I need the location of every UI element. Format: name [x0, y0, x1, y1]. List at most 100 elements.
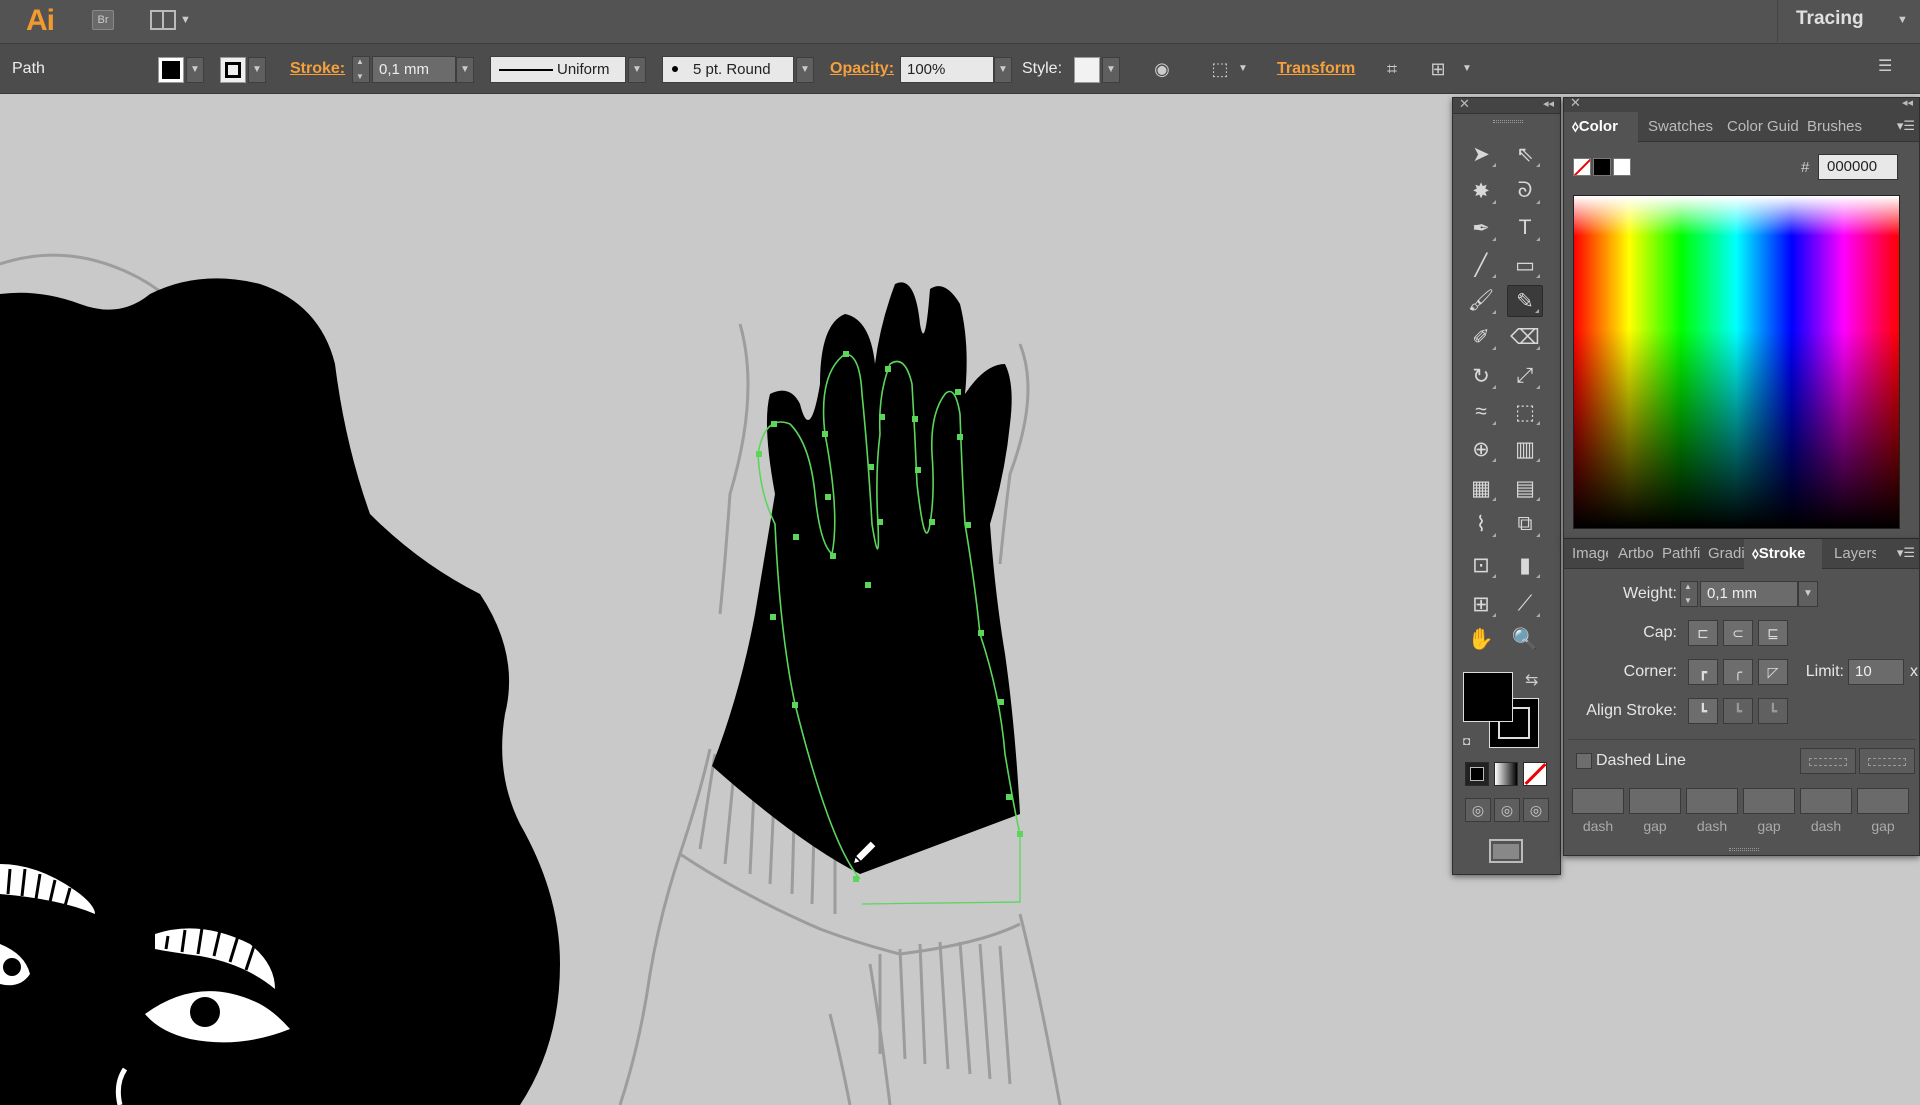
brush-dropdown-button[interactable]: ▼	[796, 57, 814, 83]
variable-width-profile-select[interactable]: Uniform	[490, 56, 626, 83]
recolor-artwork-icon[interactable]: ◉	[1148, 56, 1176, 82]
panel-grip[interactable]	[1493, 120, 1523, 123]
tab-swatches[interactable]: Swatches	[1640, 112, 1719, 142]
scale-tool-icon[interactable]: ⤢	[1507, 360, 1543, 392]
gap-3-field[interactable]	[1857, 788, 1909, 814]
paintbrush-tool-icon[interactable]: 🖌	[1463, 285, 1499, 317]
stroke-dropdown-button[interactable]: ▼	[248, 57, 266, 83]
blend-tool-icon[interactable]: ⧉	[1507, 508, 1543, 540]
transform-panel-link[interactable]: Transform	[1277, 44, 1355, 94]
round-join-icon[interactable]: ╭	[1723, 659, 1753, 685]
tab-pathfinder[interactable]: Pathfinder	[1654, 539, 1700, 569]
tab-stroke[interactable]: ⬨Stroke	[1744, 539, 1822, 569]
draw-inside-icon[interactable]: ◎	[1523, 798, 1549, 822]
close-icon[interactable]: ✕	[1570, 95, 1581, 111]
swap-fill-stroke-icon[interactable]: ⇆	[1525, 670, 1538, 690]
collapse-icon[interactable]: ◂◂	[1543, 97, 1554, 110]
chevron-down-icon[interactable]: ▼	[1897, 14, 1908, 26]
tab-brushes[interactable]: Brushes	[1799, 112, 1879, 142]
round-cap-icon[interactable]: ⊂	[1723, 620, 1753, 646]
stroke-weight-stepper[interactable]	[352, 56, 370, 83]
brush-definition-select[interactable]: 5 pt. Round	[662, 56, 794, 83]
mesh-tool-icon[interactable]: ▦	[1463, 472, 1499, 504]
profile-dropdown-button[interactable]: ▼	[628, 57, 646, 83]
style-dropdown-button[interactable]: ▼	[1102, 57, 1120, 83]
pencil-tool-icon[interactable]: ✎	[1507, 285, 1543, 317]
hex-color-input[interactable]: 000000	[1818, 154, 1898, 180]
perspective-grid-tool-icon[interactable]: ▥	[1507, 433, 1543, 465]
dashed-line-checkbox[interactable]	[1576, 753, 1592, 769]
color-spectrum[interactable]	[1573, 195, 1900, 529]
tab-image-trace[interactable]: Image Trace	[1564, 539, 1608, 569]
zoom-tool-icon[interactable]: 🔍	[1507, 624, 1543, 656]
weight-stepper[interactable]	[1680, 581, 1698, 607]
weight-field[interactable]: 0,1 mm	[1700, 581, 1798, 607]
align-dropdown-button[interactable]: ▼	[1234, 57, 1252, 83]
preserve-dash-icon[interactable]	[1800, 748, 1856, 774]
bridge-button[interactable]: Br	[92, 10, 114, 30]
panel-menu-icon[interactable]: ▾☰	[1897, 545, 1915, 561]
gradient-mode-button[interactable]	[1494, 762, 1518, 786]
bevel-join-icon[interactable]: ◸	[1758, 659, 1788, 685]
opacity-field[interactable]: 100%	[900, 56, 994, 83]
white-color-swatch[interactable]	[1613, 158, 1631, 176]
pen-tool-icon[interactable]: ✒	[1463, 212, 1499, 244]
type-tool-icon[interactable]: T	[1507, 212, 1543, 244]
column-graph-tool-icon[interactable]: ▮	[1507, 549, 1543, 581]
control-bar-menu-icon[interactable]: ☰	[1878, 56, 1892, 76]
select-similar-dropdown[interactable]: ▼	[1458, 57, 1476, 83]
direct-selection-tool-icon[interactable]: ⇖	[1507, 138, 1543, 170]
draw-normal-icon[interactable]: ◎	[1465, 798, 1491, 822]
none-color-swatch[interactable]	[1573, 158, 1591, 176]
align-to-selection-icon[interactable]: ⬚	[1206, 56, 1234, 82]
gap-1-field[interactable]	[1629, 788, 1681, 814]
eraser-tool-icon[interactable]: ⌫	[1507, 321, 1543, 353]
free-transform-tool-icon[interactable]: ⬚	[1507, 396, 1543, 428]
close-icon[interactable]: ✕	[1459, 96, 1470, 112]
miter-join-icon[interactable]: ┏	[1688, 659, 1718, 685]
stroke-weight-dropdown[interactable]: ▼	[456, 57, 474, 83]
stroke-color-swatch[interactable]	[220, 57, 246, 83]
arrange-documents-button[interactable]: ▼	[150, 10, 191, 32]
tab-artboards[interactable]: Artboards	[1610, 539, 1654, 569]
gradient-tool-icon[interactable]: ▤	[1507, 472, 1543, 504]
fill-swatch[interactable]	[1463, 672, 1513, 722]
color-mode-button[interactable]	[1465, 762, 1489, 786]
lasso-tool-icon[interactable]: ᘐ	[1507, 175, 1543, 207]
fill-dropdown-button[interactable]: ▼	[186, 57, 204, 83]
dash-1-field[interactable]	[1572, 788, 1624, 814]
dash-2-field[interactable]	[1686, 788, 1738, 814]
symbol-sprayer-tool-icon[interactable]: ⊡	[1463, 549, 1499, 581]
default-fill-stroke-icon[interactable]: ◘	[1463, 734, 1470, 748]
opacity-panel-link[interactable]: Opacity:	[830, 44, 894, 94]
gap-2-field[interactable]	[1743, 788, 1795, 814]
rectangle-tool-icon[interactable]: ▭	[1507, 249, 1543, 281]
butt-cap-icon[interactable]: ⊏	[1688, 620, 1718, 646]
graphic-style-swatch[interactable]	[1074, 57, 1100, 83]
weight-dropdown[interactable]: ▼	[1798, 581, 1818, 607]
miter-limit-field[interactable]: 10	[1848, 659, 1904, 685]
select-similar-icon[interactable]: ⊞	[1424, 56, 1452, 82]
opacity-dropdown-button[interactable]: ▼	[994, 57, 1012, 83]
align-inside-icon[interactable]: ┗	[1723, 698, 1753, 724]
projecting-cap-icon[interactable]: ⊑	[1758, 620, 1788, 646]
blob-brush-tool-icon[interactable]: ✐	[1463, 321, 1499, 353]
tab-color-guide[interactable]: Color Guide	[1719, 112, 1799, 142]
panel-grip[interactable]	[1729, 848, 1759, 851]
panel-menu-icon[interactable]: ▾☰	[1897, 118, 1915, 134]
slice-tool-icon[interactable]: ⟋	[1507, 588, 1543, 620]
line-segment-tool-icon[interactable]: ╱	[1463, 249, 1499, 281]
dash-3-field[interactable]	[1800, 788, 1852, 814]
fill-color-swatch[interactable]	[158, 57, 184, 83]
artboard-tool-icon[interactable]: ⊞	[1463, 588, 1499, 620]
stroke-panel-link[interactable]: Stroke:	[290, 44, 345, 94]
isolate-selection-icon[interactable]: ⌗	[1378, 56, 1406, 82]
black-color-swatch[interactable]	[1593, 158, 1611, 176]
align-center-icon[interactable]: ┗	[1688, 698, 1718, 724]
workspace-switcher[interactable]: Tracing	[1796, 8, 1864, 30]
stroke-weight-field[interactable]: 0,1 mm	[372, 56, 456, 83]
shape-builder-tool-icon[interactable]: ⊕	[1463, 433, 1499, 465]
none-mode-button[interactable]	[1523, 762, 1547, 786]
collapse-icon[interactable]: ◂◂	[1902, 96, 1913, 109]
tab-gradient[interactable]: Gradient	[1700, 539, 1744, 569]
